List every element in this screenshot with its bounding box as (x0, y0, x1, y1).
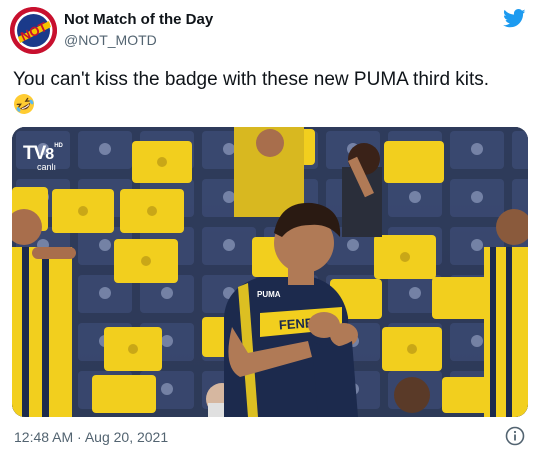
rolling-on-floor-laughing-emoji (13, 93, 35, 115)
channel-hd-badge: HD (54, 143, 63, 149)
channel-live-label: canlı (37, 162, 57, 172)
channel-logo: TV8HD canlı (23, 143, 63, 172)
tweet-card: NOT Not Match of the Day @NOT_MOTD You c… (0, 0, 540, 452)
channel-number: 8 (45, 146, 55, 163)
info-icon[interactable] (505, 426, 525, 446)
twitter-bird-icon[interactable] (503, 9, 526, 28)
tweet-media-video[interactable]: FENER PUMA TV8HD canlı (12, 127, 528, 417)
tweet-timestamp[interactable]: 12:48 AM · Aug 20, 2021 (14, 429, 168, 445)
user-handle[interactable]: @NOT_MOTD (64, 32, 157, 48)
avatar[interactable]: NOT (10, 7, 57, 54)
tweet-text: You can't kiss the badge with these new … (13, 69, 490, 90)
channel-name: TV (23, 143, 46, 164)
display-name[interactable]: Not Match of the Day (64, 11, 213, 28)
shirt-brand-text: PUMA (257, 290, 281, 299)
